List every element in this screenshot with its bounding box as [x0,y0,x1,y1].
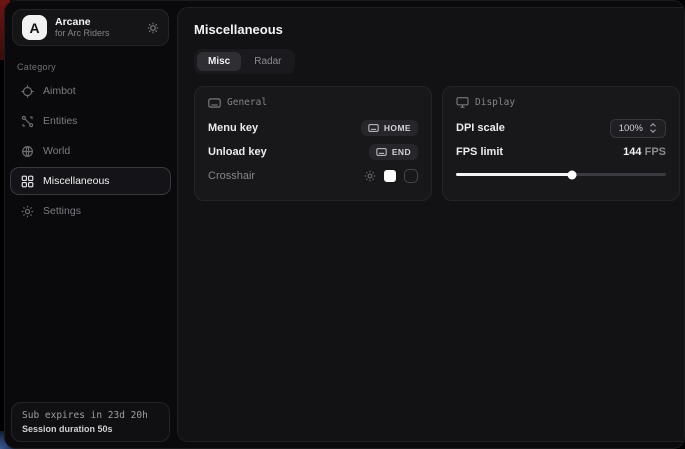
general-panel: General Menu key HOME Unload key [194,86,432,201]
avatar: A [22,15,47,40]
unload-key-value: END [392,147,411,157]
sidebar-item-label: Aimbot [43,85,76,97]
entities-icon [21,115,34,128]
display-panel-header: Display [456,97,666,108]
crosshair-row: Crosshair [208,164,418,188]
sidebar-item-aimbot[interactable]: Aimbot [10,77,171,105]
app-window: A Arcane for Arc Riders Category Aimbot [4,0,685,449]
category-label: Category [17,62,176,72]
gear-icon [21,205,34,218]
session-duration-text: Session duration 50s [22,424,159,434]
sidebar: A Arcane for Arc Riders Category Aimbot [5,1,176,448]
subscription-info-card: Sub expires in 23d 20h Session duration … [11,402,170,442]
keyboard-icon [208,98,221,108]
slider-fill [456,173,572,176]
menu-key-value: HOME [384,123,411,133]
grid-icon [21,175,34,188]
crosshair-color-swatch[interactable] [384,170,396,182]
dpi-scale-select[interactable]: 100% [610,119,666,138]
fps-limit-slider[interactable] [456,173,666,176]
sidebar-item-world[interactable]: World [10,137,171,165]
keyboard-icon [376,148,387,156]
main-content: Miscellaneous Misc Radar General Menu ke… [177,7,685,442]
tab-radar[interactable]: Radar [243,52,292,71]
unload-key-binding[interactable]: END [369,144,418,160]
fps-unit: FPS [645,146,666,158]
sidebar-item-settings[interactable]: Settings [10,197,171,225]
tab-bar: Misc Radar [194,49,295,74]
sidebar-item-entities[interactable]: Entities [10,107,171,135]
fps-limit-row: FPS limit 144 FPS [456,140,666,164]
sidebar-item-miscellaneous[interactable]: Miscellaneous [10,167,171,195]
menu-key-row: Menu key HOME [208,116,418,140]
sub-expiry-text: Sub expires in 23d 20h [22,410,159,421]
gear-icon[interactable] [364,170,376,182]
globe-icon [21,145,34,158]
app-name: Arcane [55,16,139,28]
monitor-icon [456,97,469,108]
crosshair-label: Crosshair [208,170,255,182]
display-panel: Display DPI scale 100% FPS limit [442,86,680,201]
sidebar-item-label: Settings [43,205,81,217]
sidebar-item-label: Entities [43,115,77,127]
general-panel-header: General [208,97,418,108]
dpi-scale-value: 100% [619,123,643,134]
crosshair-controls [364,169,418,183]
fps-limit-value: 144 FPS [623,146,666,158]
gear-icon[interactable] [147,22,159,34]
fps-number: 144 [623,146,641,158]
dpi-scale-row: DPI scale 100% [456,116,666,140]
display-panel-title: Display [475,97,515,108]
unload-key-label: Unload key [208,146,267,158]
slider-thumb[interactable] [567,170,576,179]
page-title: Miscellaneous [194,22,680,37]
app-header-card[interactable]: A Arcane for Arc Riders [12,9,169,46]
unload-key-row: Unload key END [208,140,418,164]
app-header-text: Arcane for Arc Riders [55,16,139,38]
panels-row: General Menu key HOME Unload key [194,86,680,201]
dpi-scale-label: DPI scale [456,122,505,134]
general-panel-title: General [227,97,267,108]
menu-key-label: Menu key [208,122,258,134]
crosshair-icon [21,85,34,98]
keyboard-icon [368,124,379,132]
chevron-up-down-icon [649,123,657,133]
app-subtitle: for Arc Riders [55,28,139,38]
tab-misc[interactable]: Misc [197,52,241,71]
crosshair-checkbox[interactable] [404,169,418,183]
fps-limit-label: FPS limit [456,146,503,158]
menu-key-binding[interactable]: HOME [361,120,418,136]
sidebar-item-label: World [43,145,70,157]
sidebar-item-label: Miscellaneous [43,175,110,187]
